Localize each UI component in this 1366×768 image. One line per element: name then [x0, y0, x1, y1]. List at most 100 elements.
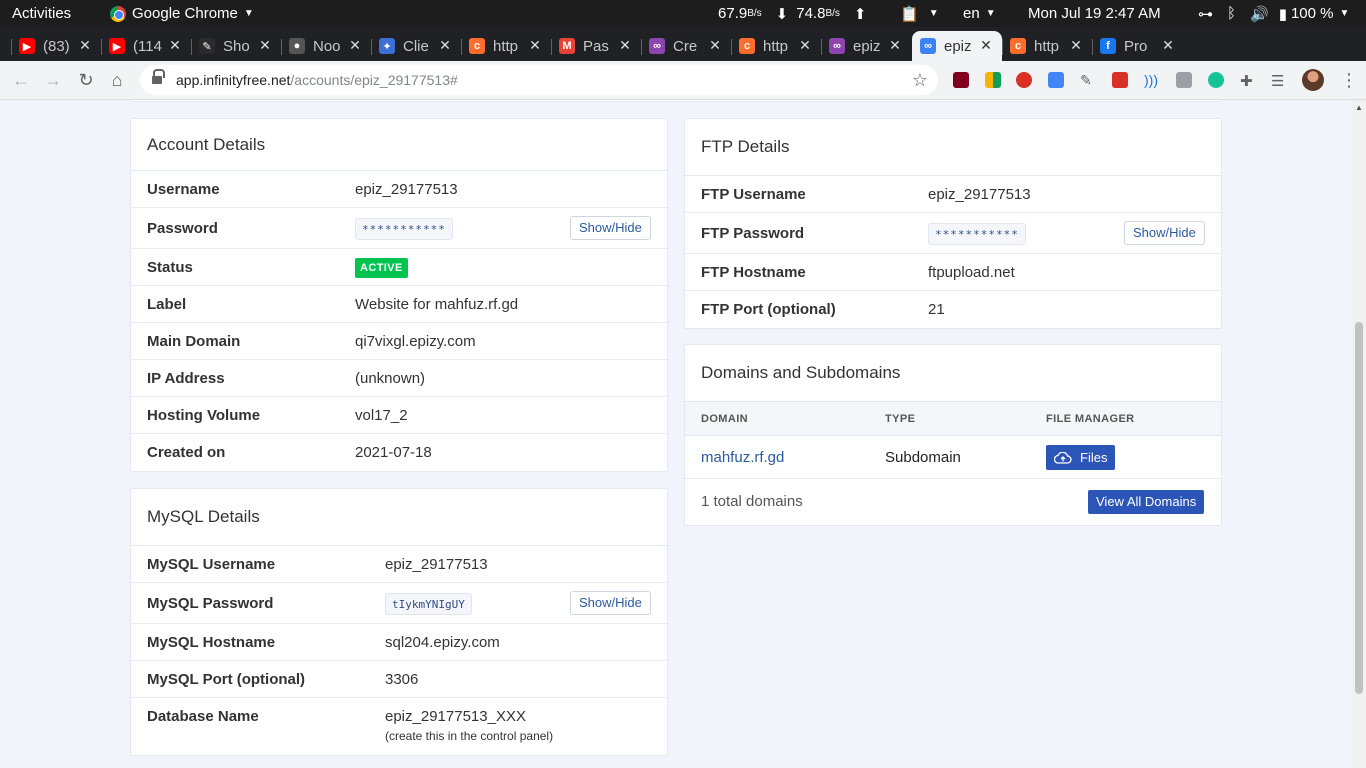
- tab-close-icon[interactable]: ✕: [617, 37, 633, 53]
- clock[interactable]: Mon Jul 19 2:47 AM: [1028, 0, 1161, 27]
- account-row-username: Username epiz_29177513: [131, 171, 667, 208]
- extension-wave-icon[interactable]: ))): [1144, 72, 1160, 88]
- tab-favicon-icon: M: [559, 38, 575, 54]
- extension-record-icon[interactable]: [1016, 72, 1032, 88]
- forward-button[interactable]: →: [42, 69, 64, 91]
- extension-grammarly-icon[interactable]: [1208, 72, 1224, 88]
- account-row-main-domain: Main Domain qi7vixgl.epizy.com: [131, 323, 667, 360]
- mysql-row-database-name: Database Name epiz_29177513_XXX (create …: [147, 708, 554, 743]
- account-row-ip-address: IP Address (unknown): [131, 360, 667, 397]
- tab-close-icon[interactable]: ✕: [347, 37, 363, 53]
- tab-favicon-icon: ✎: [199, 38, 215, 54]
- mysql-row-password: MySQL Password tIykmYNIgUY Show/Hide: [131, 583, 667, 624]
- ftp-row-hostname: FTP Hostname ftpupload.net: [685, 254, 1221, 291]
- browser-tab[interactable]: ∞ Cre ✕: [641, 31, 731, 61]
- files-button[interactable]: Files: [1046, 445, 1116, 470]
- browser-tab[interactable]: c http ✕: [731, 31, 821, 61]
- mysql-row-hostname: MySQL Hostname sql204.epizy.com: [131, 624, 667, 661]
- browser-tab[interactable]: M Pas ✕: [551, 31, 641, 61]
- browser-tab[interactable]: c http ✕: [461, 31, 551, 61]
- column-header-file-manager: FILE MANAGER: [1046, 413, 1135, 425]
- browser-tab[interactable]: ∞ epiz ✕: [821, 31, 911, 61]
- account-details-title: Account Details: [131, 119, 667, 171]
- clipboard-icon[interactable]: 📋 ▼: [900, 0, 939, 27]
- extensions-puzzle-icon[interactable]: ✚: [1240, 72, 1256, 90]
- mysql-password-show-hide-button[interactable]: Show/Hide: [570, 591, 651, 615]
- extension-bookmark-icon[interactable]: [1112, 72, 1128, 88]
- previous-card-edge: [130, 100, 1221, 102]
- account-row-status: Status ACTIVE: [131, 249, 667, 286]
- browser-tab[interactable]: ● Noo ✕: [281, 31, 371, 61]
- page-scrollbar[interactable]: ▲: [1352, 100, 1366, 768]
- browser-tab[interactable]: c http ✕: [1002, 31, 1092, 61]
- account-row-hosting-volume: Hosting Volume vol17_2: [131, 397, 667, 434]
- scroll-thumb[interactable]: [1355, 322, 1363, 694]
- extension-translate-icon[interactable]: [1048, 72, 1064, 88]
- browser-tab[interactable]: ✦ Clie ✕: [371, 31, 461, 61]
- tab-favicon-icon: ∞: [920, 38, 936, 54]
- home-button[interactable]: ⌂: [106, 69, 128, 91]
- mysql-password-value: tIykmYNIgUY: [385, 593, 472, 615]
- profile-avatar[interactable]: [1302, 69, 1324, 91]
- chrome-menu-icon[interactable]: ⋮: [1340, 69, 1358, 91]
- account-password-show-hide-button[interactable]: Show/Hide: [570, 216, 651, 240]
- tab-favicon-icon: ∞: [829, 38, 845, 54]
- tab-close-icon[interactable]: ✕: [1068, 37, 1084, 53]
- domains-card: Domains and Subdomains DOMAIN TYPE FILE …: [684, 344, 1222, 526]
- tab-favicon-icon: ✦: [379, 38, 395, 54]
- language-indicator[interactable]: en ▼: [963, 0, 996, 27]
- bookmark-star-icon[interactable]: ☆: [912, 70, 928, 91]
- domain-type: Subdomain: [885, 449, 961, 466]
- tab-close-icon[interactable]: ✕: [707, 37, 723, 53]
- extension-eyedropper-icon[interactable]: ✎: [1080, 72, 1096, 88]
- tab-close-icon[interactable]: ✕: [437, 37, 453, 53]
- tab-close-icon[interactable]: ✕: [887, 37, 903, 53]
- browser-tab[interactable]: f Pro ✕: [1092, 31, 1184, 61]
- net-down-unit: B/s: [747, 8, 762, 19]
- cloud-upload-icon: [1054, 451, 1072, 464]
- system-tray[interactable]: ⊶ ᛒ 🔊 ▮ 100 % ▼: [1198, 0, 1349, 27]
- tab-close-icon[interactable]: ✕: [167, 37, 183, 53]
- url-path: /accounts/epiz_29177513#: [290, 72, 458, 88]
- app-menu[interactable]: Google Chrome ▼: [110, 0, 254, 27]
- mysql-row-username: MySQL Username epiz_29177513: [131, 546, 667, 583]
- caret-down-icon: ▼: [985, 8, 996, 19]
- extension-ublock-icon[interactable]: [953, 72, 969, 88]
- tab-favicon-icon: c: [469, 38, 485, 54]
- arrow-down-icon: ⬇: [775, 5, 789, 23]
- tab-close-icon[interactable]: ✕: [257, 37, 273, 53]
- ftp-password-show-hide-button[interactable]: Show/Hide: [1124, 221, 1205, 245]
- mysql-details-title: MySQL Details: [131, 489, 667, 546]
- net-up-unit: B/s: [825, 8, 840, 19]
- status-badge: ACTIVE: [355, 258, 408, 279]
- mysql-row-port: MySQL Port (optional) 3306: [131, 661, 667, 698]
- battery-icon: ▮: [1278, 5, 1287, 23]
- browser-tab[interactable]: ▶ (83) ✕: [11, 31, 101, 61]
- browser-tab[interactable]: ∞ epiz ✕: [912, 31, 1002, 61]
- back-button[interactable]: ←: [10, 69, 32, 91]
- net-down-value: 67.9: [718, 5, 748, 22]
- tab-close-icon[interactable]: ✕: [527, 37, 543, 53]
- tab-close-icon[interactable]: ✕: [797, 37, 813, 53]
- reading-list-icon[interactable]: ☰: [1271, 72, 1287, 90]
- tab-favicon-icon: ▶: [109, 38, 125, 54]
- account-row-password: Password *********** Show/Hide: [131, 208, 667, 249]
- browser-tab[interactable]: ✎ Sho ✕: [191, 31, 281, 61]
- caret-down-icon: ▼: [243, 8, 254, 19]
- reload-button[interactable]: ↻: [75, 69, 97, 91]
- activities-button[interactable]: Activities: [12, 0, 71, 27]
- extension-camera-icon[interactable]: [1176, 72, 1192, 88]
- account-details-card: Account Details Username epiz_29177513 P…: [130, 118, 668, 472]
- tab-close-icon[interactable]: ✕: [978, 37, 994, 53]
- tab-strip: ▶ (83) ✕ ▶ (114 ✕ ✎ Sho ✕ ● Noo ✕ ✦ Clie ✕ c http ✕ M Pas ✕ ∞…: [0, 27, 1366, 81]
- extension-color-icon[interactable]: [985, 72, 1001, 88]
- tab-close-icon[interactable]: ✕: [1160, 37, 1176, 53]
- domain-link[interactable]: mahfuz.rf.gd: [701, 436, 784, 479]
- address-bar[interactable]: app.infinityfree.net/accounts/epiz_29177…: [140, 65, 938, 95]
- tab-close-icon[interactable]: ✕: [77, 37, 93, 53]
- tab-favicon-icon: ∞: [649, 38, 665, 54]
- browser-tab[interactable]: ▶ (114 ✕: [101, 31, 191, 61]
- view-all-domains-button[interactable]: View All Domains: [1088, 490, 1205, 514]
- net-up-value: 74.8: [796, 5, 826, 22]
- scroll-up-arrow-icon[interactable]: ▲: [1355, 103, 1363, 112]
